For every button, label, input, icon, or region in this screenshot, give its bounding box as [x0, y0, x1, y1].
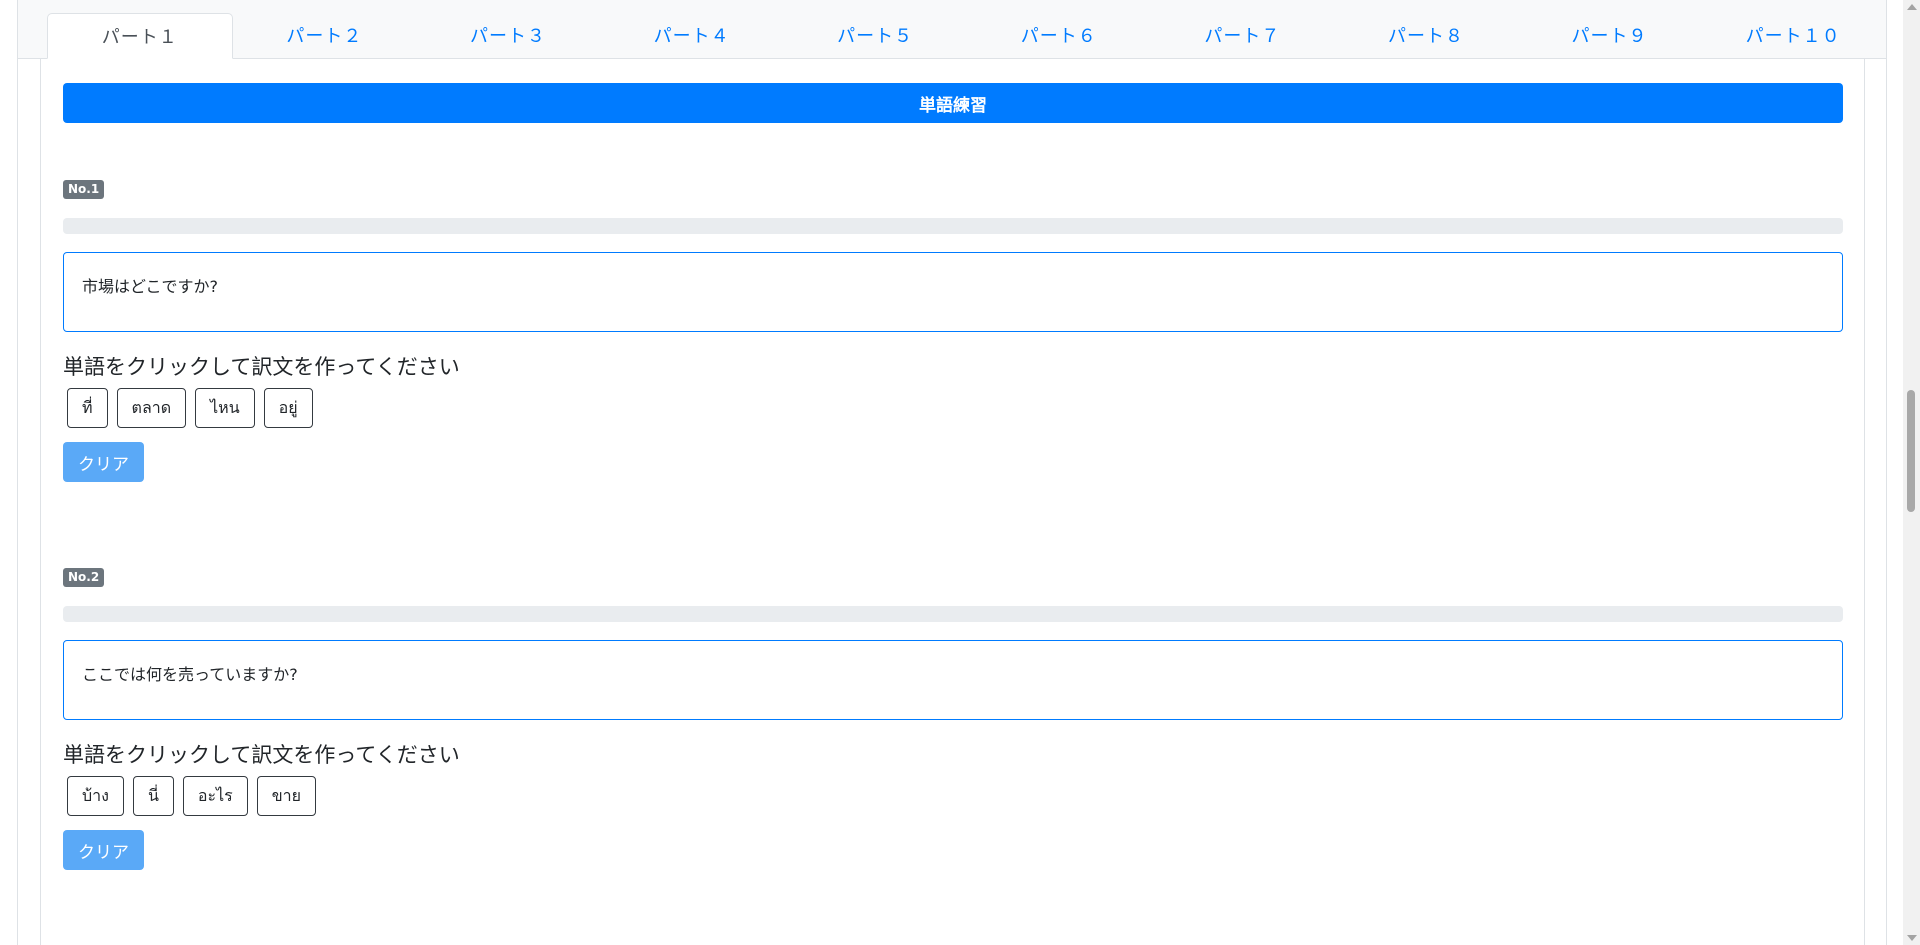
word-button[interactable]: นี่ — [132, 776, 174, 816]
tab-part-8[interactable]: パート８ — [1334, 12, 1518, 58]
tab-part-9[interactable]: パート９ — [1518, 12, 1702, 58]
question-1: No.1 市場はどこですか? 単語をクリックして訳文を作ってください ที่ ต… — [63, 178, 1843, 482]
tab-part-5[interactable]: パート５ — [783, 12, 967, 58]
question-2: No.2 ここでは何を売っていますか? 単語をクリックして訳文を作ってください … — [63, 566, 1843, 870]
word-button[interactable]: อยู่ — [263, 388, 313, 428]
tab-bar: パート１ パート２ パート３ パート４ パート５ パート６ パート７ パート８ … — [18, 0, 1886, 59]
tab-part-2[interactable]: パート２ — [233, 12, 417, 58]
section-header: 単語練習 — [63, 83, 1843, 123]
progress-bar — [63, 218, 1843, 234]
scroll-down-icon[interactable] — [1907, 935, 1917, 941]
answer-box: ここでは何を売っていますか? — [63, 640, 1843, 720]
scrollbar-thumb[interactable] — [1907, 390, 1915, 512]
tab-part-6[interactable]: パート６ — [967, 12, 1151, 58]
word-button[interactable]: ตลาด — [116, 388, 187, 428]
word-button[interactable]: ขาย — [256, 776, 317, 816]
question-number-badge: No.1 — [63, 180, 105, 199]
scroll-up-icon[interactable] — [1907, 4, 1917, 10]
tab-part-10[interactable]: パート１０ — [1701, 12, 1885, 58]
word-button[interactable]: อะไร — [182, 776, 248, 816]
question-number-badge: No.2 — [63, 568, 105, 587]
clear-button[interactable]: クリア — [63, 830, 144, 870]
instruction-text: 単語をクリックして訳文を作ってください — [63, 355, 460, 379]
tab-part-3[interactable]: パート３ — [416, 12, 600, 58]
instruction-text: 単語をクリックして訳文を作ってください — [63, 743, 460, 767]
tabs: パート１ パート２ パート３ パート４ パート５ パート６ パート７ パート８ … — [47, 12, 1885, 59]
vertical-scrollbar[interactable] — [1903, 0, 1920, 945]
word-button[interactable]: ไหน — [195, 388, 255, 428]
tab-part-7[interactable]: パート７ — [1151, 12, 1335, 58]
tab-part-4[interactable]: パート４ — [600, 12, 784, 58]
word-choices: บ้าง นี่ อะไร ขาย — [67, 776, 317, 816]
tab-part-1[interactable]: パート１ — [47, 13, 233, 59]
answer-box: 市場はどこですか? — [63, 252, 1843, 332]
word-choices: ที่ ตลาด ไหน อยู่ — [67, 388, 313, 428]
tab-content: 単語練習 No.1 市場はどこですか? 単語をクリックして訳文を作ってください … — [40, 59, 1865, 945]
word-button[interactable]: ที่ — [67, 388, 108, 428]
word-button[interactable]: บ้าง — [67, 776, 124, 816]
clear-button[interactable]: クリア — [63, 442, 144, 482]
progress-bar — [63, 606, 1843, 622]
